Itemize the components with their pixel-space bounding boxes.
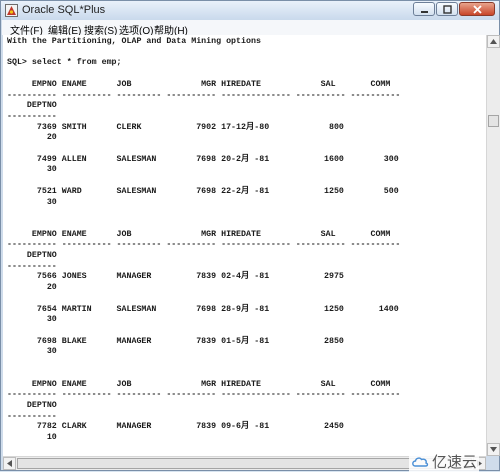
console-line: ---------- ---------- --------- --------… (7, 90, 401, 100)
close-button[interactable] (459, 2, 495, 16)
console-line: ---------- ---------- --------- --------… (7, 390, 401, 400)
console-line: 30 (7, 197, 57, 207)
console-line: EMPNO ENAME JOB MGR HIREDATE SAL COMM (7, 379, 391, 389)
console-line: ---------- (7, 261, 57, 271)
console-line: 30 (7, 315, 57, 325)
console-line: ---------- (7, 411, 57, 421)
scroll-down-button[interactable] (487, 443, 500, 456)
arrow-down-icon (490, 447, 497, 452)
console-line: 10 (7, 433, 57, 443)
console-line: 7698 BLAKE MANAGER 7839 01-5月 -81 2850 (7, 336, 344, 346)
console-line: SQL> select * from emp; (7, 58, 122, 68)
scroll-thumb-vertical[interactable] (488, 115, 499, 127)
console-line: With the Partitioning, OLAP and Data Min… (7, 37, 261, 46)
console-line: DEPTNO (7, 101, 57, 111)
console-line: DEPTNO (7, 400, 57, 410)
console-line: 7654 MARTIN SALESMAN 7698 28-9月 -81 1250… (7, 304, 399, 314)
console-line: DEPTNO (7, 251, 57, 261)
watermark: 亿速云 (409, 451, 480, 472)
console-line: 30 (7, 347, 57, 357)
window-controls (412, 2, 495, 17)
arrow-left-icon (7, 460, 12, 467)
console-line: EMPNO ENAME JOB MGR HIREDATE SAL COMM (7, 79, 391, 89)
console-line: ---------- (7, 111, 57, 121)
console-line: 7521 WARD SALESMAN 7698 22-2月 -81 1250 5… (7, 186, 399, 196)
console-line: 7369 SMITH CLERK 7902 17-12月-80 800 (7, 122, 344, 132)
minimize-icon (420, 10, 428, 13)
console-output[interactable]: With the Partitioning, OLAP and Data Min… (3, 35, 486, 456)
console-line: EMPNO ENAME JOB MGR HIREDATE SAL COMM (7, 229, 391, 239)
console-line: 20 (7, 283, 57, 293)
vertical-scrollbar[interactable] (486, 35, 500, 456)
scroll-up-button[interactable] (487, 35, 500, 48)
maximize-button[interactable] (436, 2, 458, 16)
title-bar[interactable]: Oracle SQL*Plus (1, 1, 499, 20)
arrow-up-icon (490, 39, 497, 44)
minimize-button[interactable] (413, 2, 435, 16)
console-line: ---------- ---------- --------- --------… (7, 240, 401, 250)
sqlplus-app-icon (5, 4, 18, 17)
scroll-thumb-horizontal[interactable] (17, 458, 472, 469)
sqlplus-window: Oracle SQL*Plus 文件(F) 编辑(E) 搜索(S) 选项(O) … (0, 0, 500, 472)
console-line: 7499 ALLEN SALESMAN 7698 20-2月 -81 1600 … (7, 154, 399, 164)
cloud-logo-icon (412, 456, 429, 467)
window-title: Oracle SQL*Plus (22, 4, 106, 16)
menu-bar: 文件(F) 编辑(E) 搜索(S) 选项(O) 帮助(H) (2, 20, 499, 37)
console-line: 7782 CLARK MANAGER 7839 09-6月 -81 2450 (7, 422, 344, 432)
console-line: 30 (7, 165, 57, 175)
maximize-icon (442, 4, 452, 14)
console-text: With the Partitioning, OLAP and Data Min… (3, 35, 486, 444)
watermark-text: 亿速云 (432, 454, 478, 471)
console-line: 20 (7, 133, 57, 143)
console-line: 7566 JONES MANAGER 7839 02-4月 -81 2975 (7, 272, 344, 282)
scroll-left-button[interactable] (3, 457, 16, 470)
close-icon (472, 4, 482, 14)
